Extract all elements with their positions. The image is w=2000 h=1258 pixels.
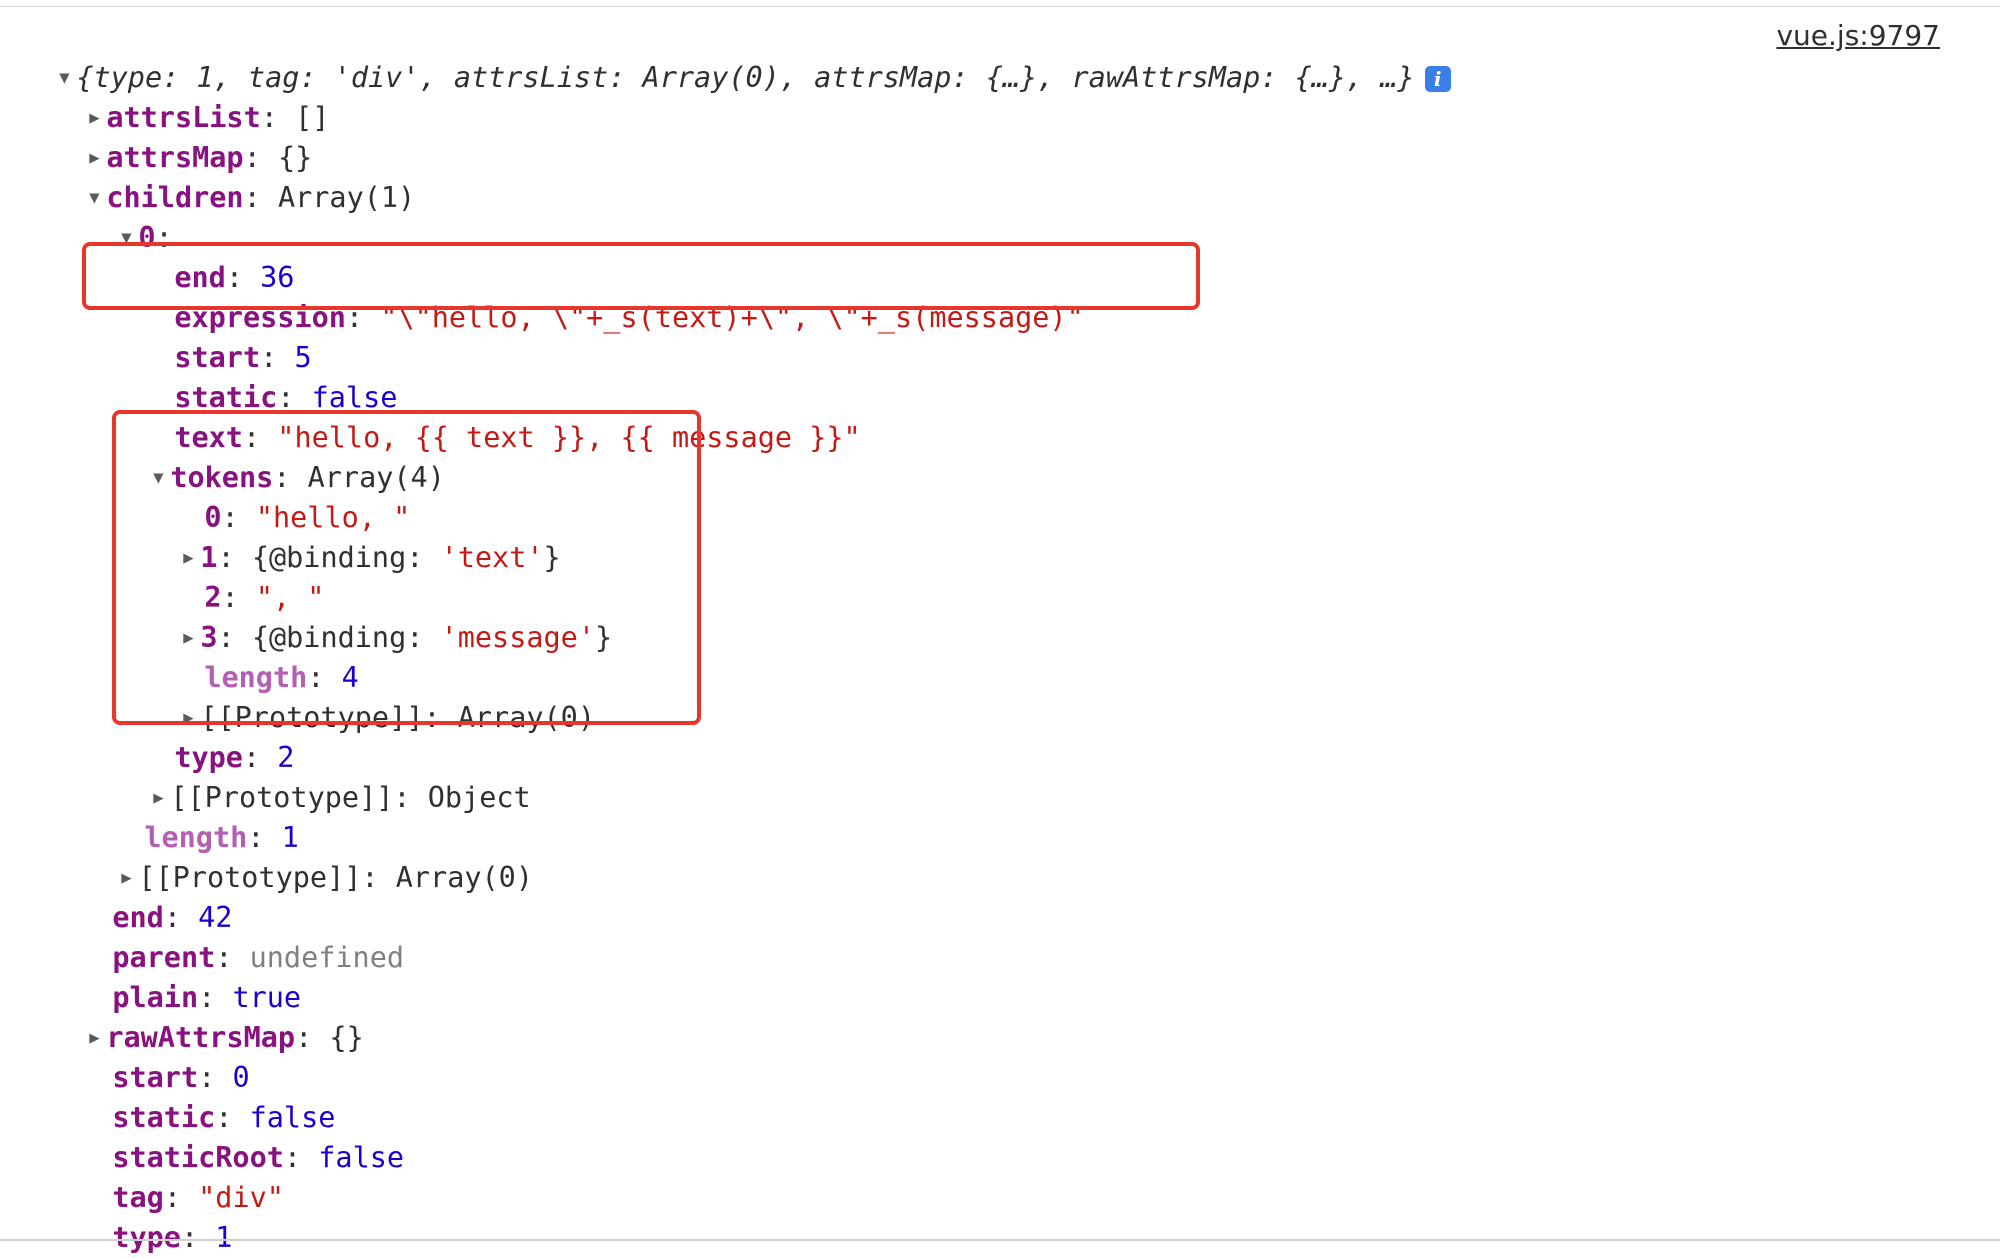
source-link[interactable]: vue.js:9797 <box>1776 16 1940 56</box>
property-key: type <box>112 1221 181 1254</box>
console-bottom-border <box>0 1239 2000 1241</box>
property-row-tag: tag: "div" <box>112 1181 284 1214</box>
property-row-prototype-object[interactable]: ▶ [[Prototype]]: Object <box>112 738 530 814</box>
property-row-attrsMap[interactable]: ▶ attrsMap: {} <box>48 98 312 174</box>
property-row-plain: plain: true <box>112 981 302 1014</box>
property-row-index-0[interactable]: ▼ 0: <box>80 178 172 254</box>
property-row-start-root: start: 0 <box>112 1061 250 1094</box>
info-icon[interactable]: i <box>1424 66 1451 92</box>
console-top-border <box>0 6 2000 7</box>
object-summary-row[interactable]: ▼ {type: 1, tag: 'div', attrsList: Array(… <box>18 18 1451 94</box>
property-row-end-root: end: 42 <box>112 901 233 934</box>
property-row-parent: parent: undefined <box>112 941 405 974</box>
property-value: {} <box>329 1021 364 1054</box>
expression-highlight-box <box>82 242 1200 310</box>
property-row-static: static: false <box>174 381 398 414</box>
property-value: Object <box>427 781 531 814</box>
property-row-rawAttrsMap[interactable]: ▶ rawAttrsMap: {} <box>48 978 364 1054</box>
property-row-children-prototype[interactable]: ▶ [[Prototype]]: Array(0) <box>80 818 533 894</box>
property-value: false <box>318 1141 405 1174</box>
property-row-attrsList[interactable]: ▶ attrsList: [] <box>48 58 329 134</box>
property-row-static-root: static: false <box>112 1101 336 1134</box>
tokens-highlight-box <box>112 410 701 725</box>
property-row-children[interactable]: ▼ children: Array(1) <box>48 138 415 214</box>
property-value: Array(1) <box>277 181 416 214</box>
property-row-staticRoot: staticRoot: false <box>112 1141 405 1174</box>
property-value: 1 <box>215 1221 233 1254</box>
property-value: Array(0) <box>395 861 533 894</box>
property-row-children-length: length: 1 <box>144 821 299 854</box>
property-row-type-root: type: 1 <box>112 1221 233 1254</box>
